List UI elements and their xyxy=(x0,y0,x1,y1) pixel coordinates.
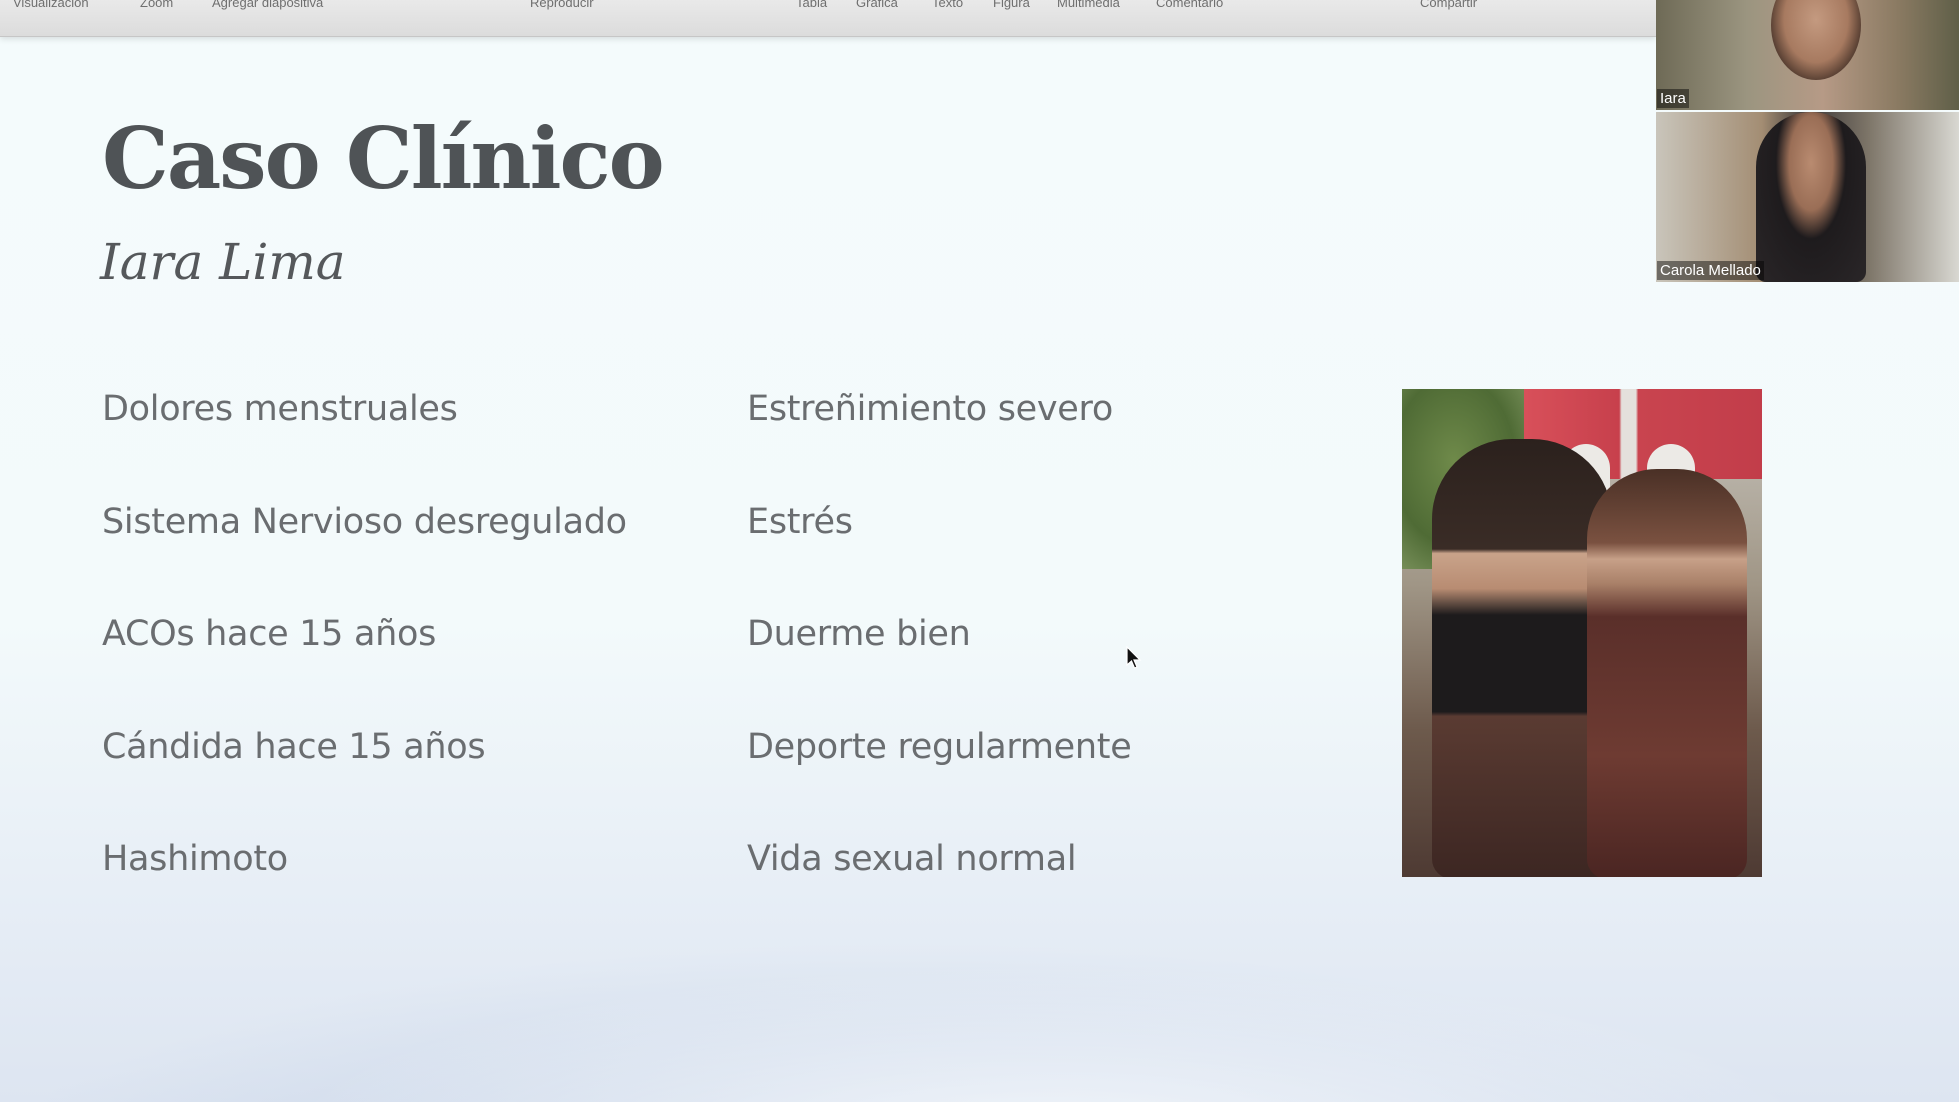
right-item-4: Deporte regularmente xyxy=(747,727,1132,767)
right-item-2: Estrés xyxy=(747,502,853,542)
left-item-3: ACOs hace 15 años xyxy=(102,614,437,654)
slide-title: Caso Clínico xyxy=(102,109,665,208)
app-toolbar: Visualización Zoom Agregar diapositiva R… xyxy=(0,0,1656,37)
left-item-2: Sistema Nervioso desregulado xyxy=(102,502,627,542)
toolbar-add-slide[interactable]: Agregar diapositiva xyxy=(212,0,323,10)
participant-video xyxy=(1756,112,1866,282)
toolbar-share[interactable]: Compartir xyxy=(1420,0,1477,10)
left-item-4: Cándida hace 15 años xyxy=(102,727,486,767)
toolbar-shape[interactable]: Figura xyxy=(993,0,1030,10)
slide-subtitle: Iara Lima xyxy=(100,233,346,291)
video-tile-carola[interactable]: Carola Mellado xyxy=(1656,112,1959,282)
slide-photo xyxy=(1402,389,1762,877)
toolbar-table[interactable]: Tabla xyxy=(796,0,827,10)
right-item-1: Estreñimiento severo xyxy=(747,389,1113,429)
right-item-5: Vida sexual normal xyxy=(747,839,1077,879)
participant-name: Carola Mellado xyxy=(1657,261,1764,280)
participant-video xyxy=(1771,0,1861,80)
left-item-1: Dolores menstruales xyxy=(102,389,458,429)
participant-name: Iara xyxy=(1657,89,1689,108)
toolbar-text[interactable]: Texto xyxy=(932,0,963,10)
toolbar-chart[interactable]: Gráfica xyxy=(856,0,898,10)
toolbar-view[interactable]: Visualización xyxy=(13,0,89,10)
toolbar-comment[interactable]: Comentario xyxy=(1156,0,1223,10)
toolbar-play[interactable]: Reproducir xyxy=(530,0,594,10)
left-item-5: Hashimoto xyxy=(102,839,288,879)
video-tile-iara[interactable]: Iara xyxy=(1656,0,1959,110)
photo-person xyxy=(1432,439,1612,877)
mouse-pointer-icon xyxy=(1126,646,1142,669)
toolbar-zoom[interactable]: Zoom xyxy=(140,0,173,10)
photo-person xyxy=(1587,469,1747,877)
toolbar-media[interactable]: Multimedia xyxy=(1057,0,1120,10)
right-item-3: Duerme bien xyxy=(747,614,971,654)
